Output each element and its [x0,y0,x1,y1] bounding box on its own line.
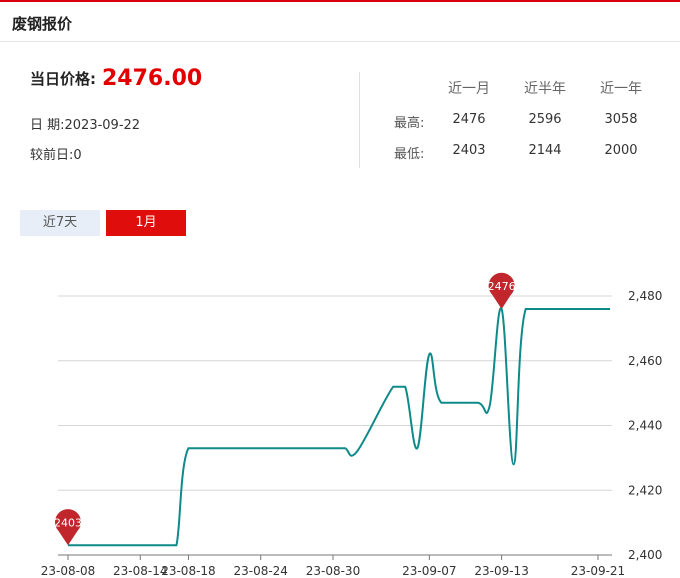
x-tick-label: 23-09-13 [474,564,528,578]
stats-col-header: 近一年 [600,81,642,97]
x-tick-label: 23-08-18 [161,564,215,578]
x-tick-label: 23-09-07 [402,564,456,578]
y-tick-label: 2,440 [628,419,662,433]
stats-col-header: 近一月 [448,81,490,97]
change-label: 较前日: [30,148,74,163]
pin-label: 2476 [488,280,516,293]
x-tick-label: 23-08-30 [306,564,360,578]
stats-row-label-high: 最高: [394,116,425,131]
y-tick-label: 2,480 [628,289,662,303]
stats-col-header: 近半年 [524,81,566,97]
stats-cell: 2596 [528,112,562,127]
date-label: 日 期: [30,118,65,133]
tab-7-days[interactable]: 近7天 [20,210,100,236]
x-tick-label: 23-08-24 [233,564,287,578]
x-tick-label: 23-08-14 [113,564,167,578]
page-title: 废钢报价 [12,15,73,33]
y-tick-label: 2,420 [628,483,662,497]
price-label: 当日价格: [30,70,96,88]
stats-cell: 2000 [604,143,638,158]
x-tick-label: 23-09-21 [571,564,625,578]
current-price-row: 当日价格: 2476.00 [30,66,202,94]
price-value: 2476.00 [102,66,203,91]
page-header: 废钢报价 [0,2,680,42]
stats-cell: 2476 [452,112,486,127]
change-line: 较前日:0 [30,144,82,163]
pin-label: 2403 [54,516,82,529]
stats-cell: 2144 [528,143,562,158]
x-tick-label: 23-08-08 [41,564,95,578]
price-line-chart: 2,400 2,420 2,440 2,460 2,480 23-08-08 23-08-1… [41,272,662,578]
y-tick-label: 2,460 [628,354,662,368]
y-tick-label: 2,400 [628,548,662,562]
stats-row-label-low: 最低: [394,147,425,162]
stats-cell: 2403 [452,143,486,158]
price-series-line [68,307,610,547]
change-value: 0 [73,148,82,163]
stats-cell: 3058 [604,112,638,127]
date-line: 日 期:2023-09-22 [30,114,140,133]
section-divider [359,72,360,168]
tab-1-month[interactable]: 1月 [106,210,186,236]
date-value: 2023-09-22 [64,118,141,133]
